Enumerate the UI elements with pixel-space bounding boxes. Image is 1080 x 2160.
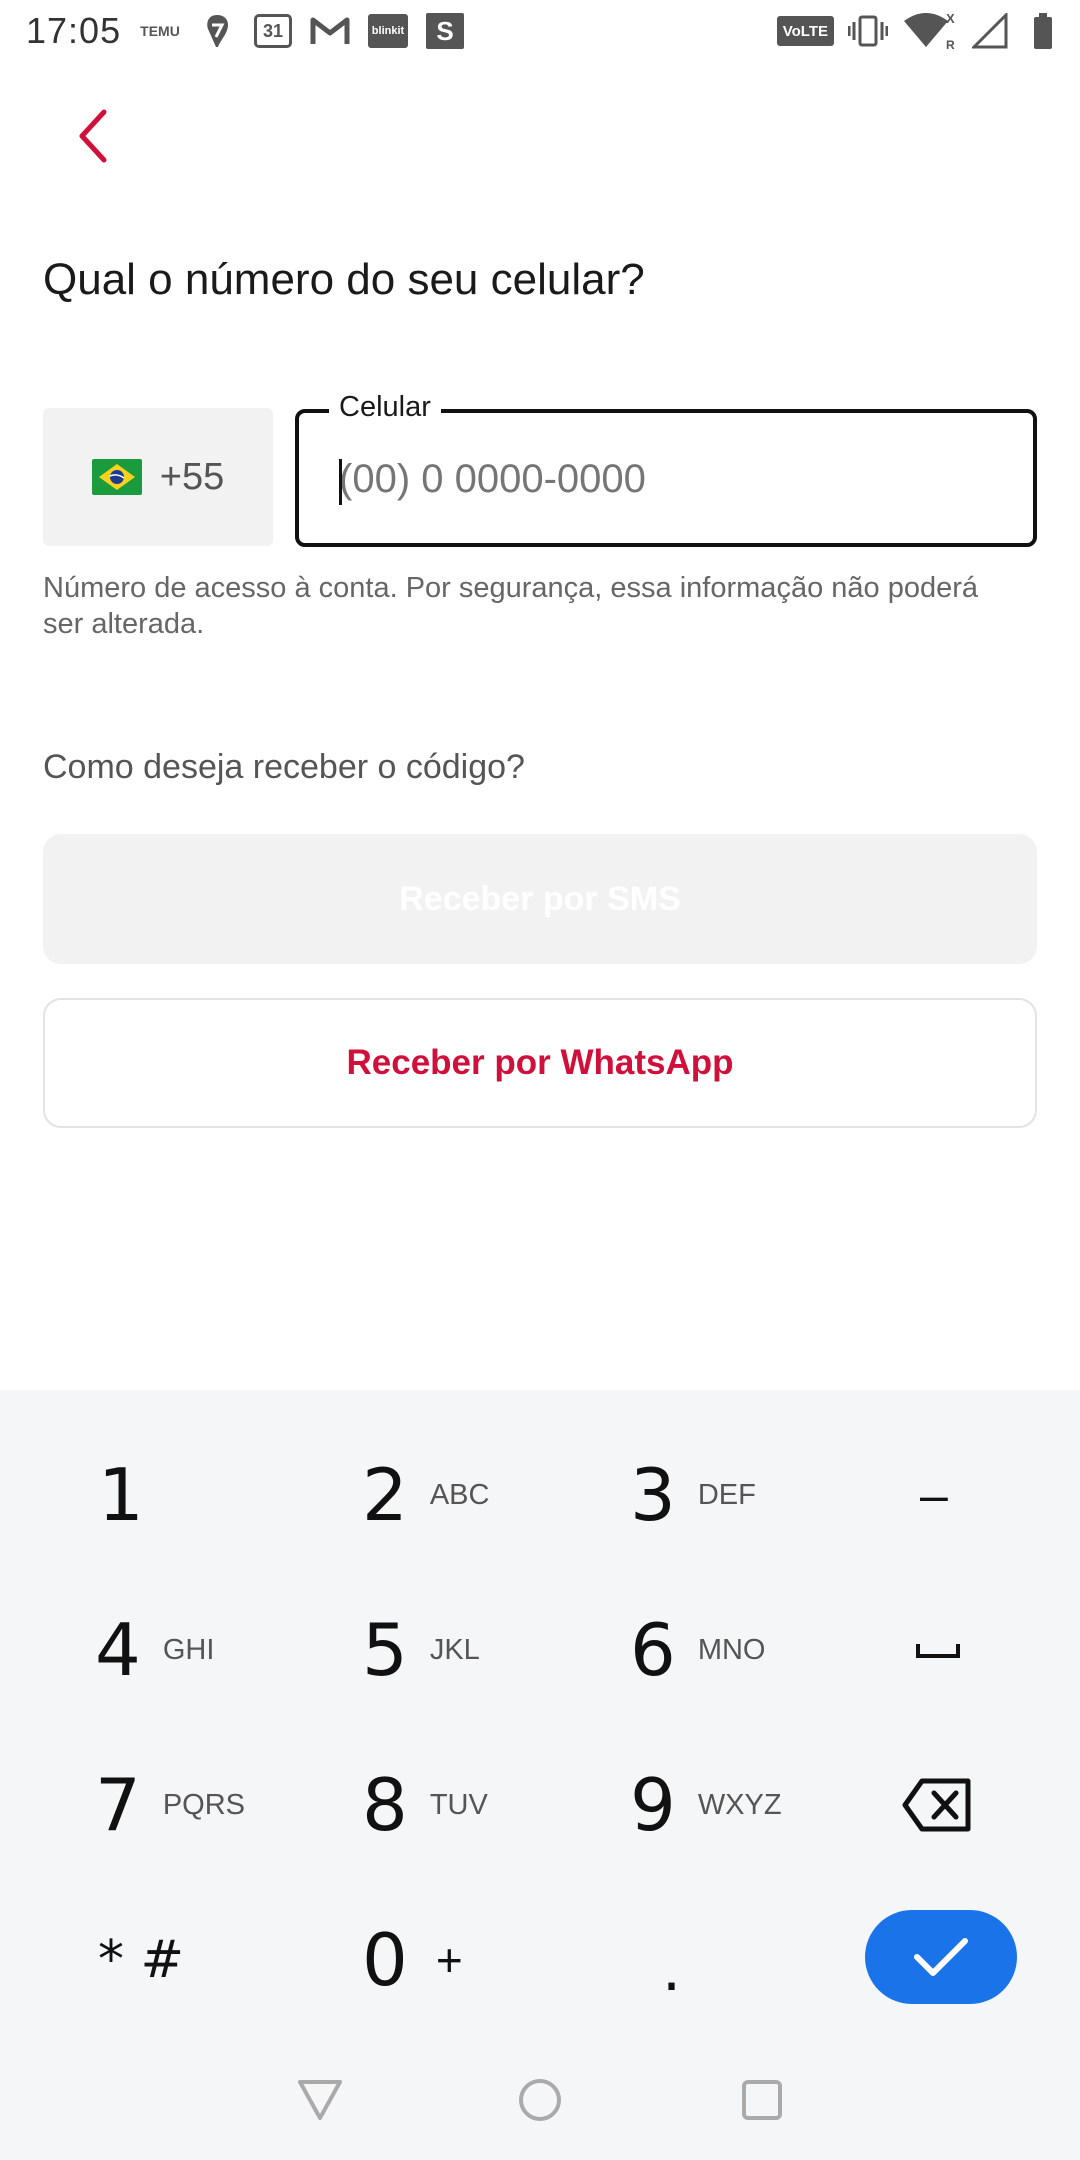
key-letters: ABC xyxy=(429,1478,490,1511)
country-code-label: +55 xyxy=(159,455,225,498)
country-code-selector[interactable]: +55 xyxy=(43,408,273,546)
battery-icon xyxy=(1024,12,1062,50)
key-digit: 1 xyxy=(98,1453,144,1537)
dash-label: – xyxy=(920,1467,948,1523)
key-dash[interactable]: – xyxy=(920,1420,948,1570)
vibrate-icon xyxy=(848,12,888,50)
key-3[interactable]: 3 DEF xyxy=(630,1420,756,1570)
key-digit: 4 xyxy=(95,1608,141,1692)
key-6[interactable]: 6 MNO xyxy=(630,1575,765,1725)
key-digit: 8 xyxy=(362,1763,408,1847)
key-letters: DEF xyxy=(697,1478,756,1511)
signal-icon xyxy=(972,12,1010,50)
system-status-icons: VoLTE XR xyxy=(776,11,1062,51)
key-letters: JKL xyxy=(429,1633,480,1666)
key-digit: 5 xyxy=(362,1608,408,1692)
s-app-icon: S xyxy=(426,13,464,49)
calendar-icon: 31 xyxy=(254,14,292,48)
brazil-flag-icon xyxy=(91,459,142,495)
keyboard-done-button[interactable] xyxy=(865,1910,1017,2004)
svg-text:R: R xyxy=(946,38,955,51)
key-digit: 9 xyxy=(630,1763,676,1847)
blinkit-icon: blinkit xyxy=(368,14,408,48)
key-5[interactable]: 5 JKL xyxy=(362,1575,480,1725)
key-star-hash[interactable]: * # xyxy=(98,1885,184,2035)
key-digit: 7 xyxy=(95,1763,141,1847)
helper-text: Número de acesso à conta. Por segurança,… xyxy=(43,572,978,640)
nav-home-button[interactable] xyxy=(510,2070,570,2130)
key-dot[interactable]: . xyxy=(662,1895,681,2045)
key-7[interactable]: 7 PQRS xyxy=(95,1730,245,1880)
nav-back-button[interactable] xyxy=(290,2070,350,2130)
temu-icon: TEMU xyxy=(140,23,180,39)
page-title: Qual o número do seu celular? xyxy=(43,255,645,304)
volte-icon: VoLTE xyxy=(776,16,834,46)
key-space[interactable] xyxy=(915,1575,961,1725)
system-navbar xyxy=(0,2050,1080,2160)
receive-sms-button[interactable]: Receber por SMS xyxy=(43,834,1037,964)
home-circle-icon xyxy=(519,2079,561,2121)
key-digit: 6 xyxy=(630,1608,676,1692)
status-time: 17:05 xyxy=(26,10,122,51)
svg-text:X: X xyxy=(946,11,955,26)
nav-recents-button[interactable] xyxy=(732,2070,792,2130)
gmail-icon xyxy=(310,12,350,50)
numeric-keyboard: 1 2 ABC 3 DEF – 4 GHI 5 JKL 6 MNO 7 PQRS… xyxy=(0,1390,1080,2160)
phone-field[interactable]: Celular xyxy=(295,391,1037,547)
status-bar: 17:05 TEMU 31 blinkit S VoLTE XR xyxy=(0,0,1080,64)
key-digit: 0 xyxy=(362,1918,408,2002)
key-letters: + xyxy=(435,1934,463,1986)
notification-icons: TEMU 31 blinkit S xyxy=(140,12,464,50)
wifi-icon: XR xyxy=(902,11,958,51)
check-icon xyxy=(914,1938,968,1976)
phone-input[interactable] xyxy=(339,453,999,505)
key-backspace[interactable] xyxy=(902,1730,972,1880)
backspace-icon xyxy=(902,1778,971,1832)
key-9[interactable]: 9 WXYZ xyxy=(630,1730,782,1880)
key-1[interactable]: 1 xyxy=(98,1420,144,1570)
key-letters: TUV xyxy=(429,1788,488,1821)
key-4[interactable]: 4 GHI xyxy=(95,1575,214,1725)
recents-square-icon xyxy=(742,2080,782,2120)
key-letters: PQRS xyxy=(162,1788,245,1821)
key-letters: WXYZ xyxy=(697,1788,782,1821)
key-letters: GHI xyxy=(162,1633,215,1666)
text-caret xyxy=(339,459,342,505)
chevron-left-icon xyxy=(79,109,107,163)
key-8[interactable]: 8 TUV xyxy=(362,1730,488,1880)
code-method-question: Como deseja receber o código? xyxy=(43,748,525,786)
key-digit: * # xyxy=(98,1930,185,1990)
back-triangle-icon xyxy=(298,2080,342,2120)
key-digit: 3 xyxy=(630,1453,676,1537)
key-digit: . xyxy=(662,1935,682,2005)
key-0[interactable]: 0 + xyxy=(362,1885,463,2035)
key-digit: 2 xyxy=(362,1453,408,1537)
space-icon xyxy=(916,1644,960,1658)
receive-whatsapp-button[interactable]: Receber por WhatsApp xyxy=(43,998,1037,1128)
back-button[interactable] xyxy=(70,108,120,164)
key-2[interactable]: 2 ABC xyxy=(362,1420,489,1570)
phone-field-label: Celular xyxy=(329,391,441,424)
key-letters: MNO xyxy=(697,1633,766,1666)
swiggy-icon xyxy=(198,12,236,50)
